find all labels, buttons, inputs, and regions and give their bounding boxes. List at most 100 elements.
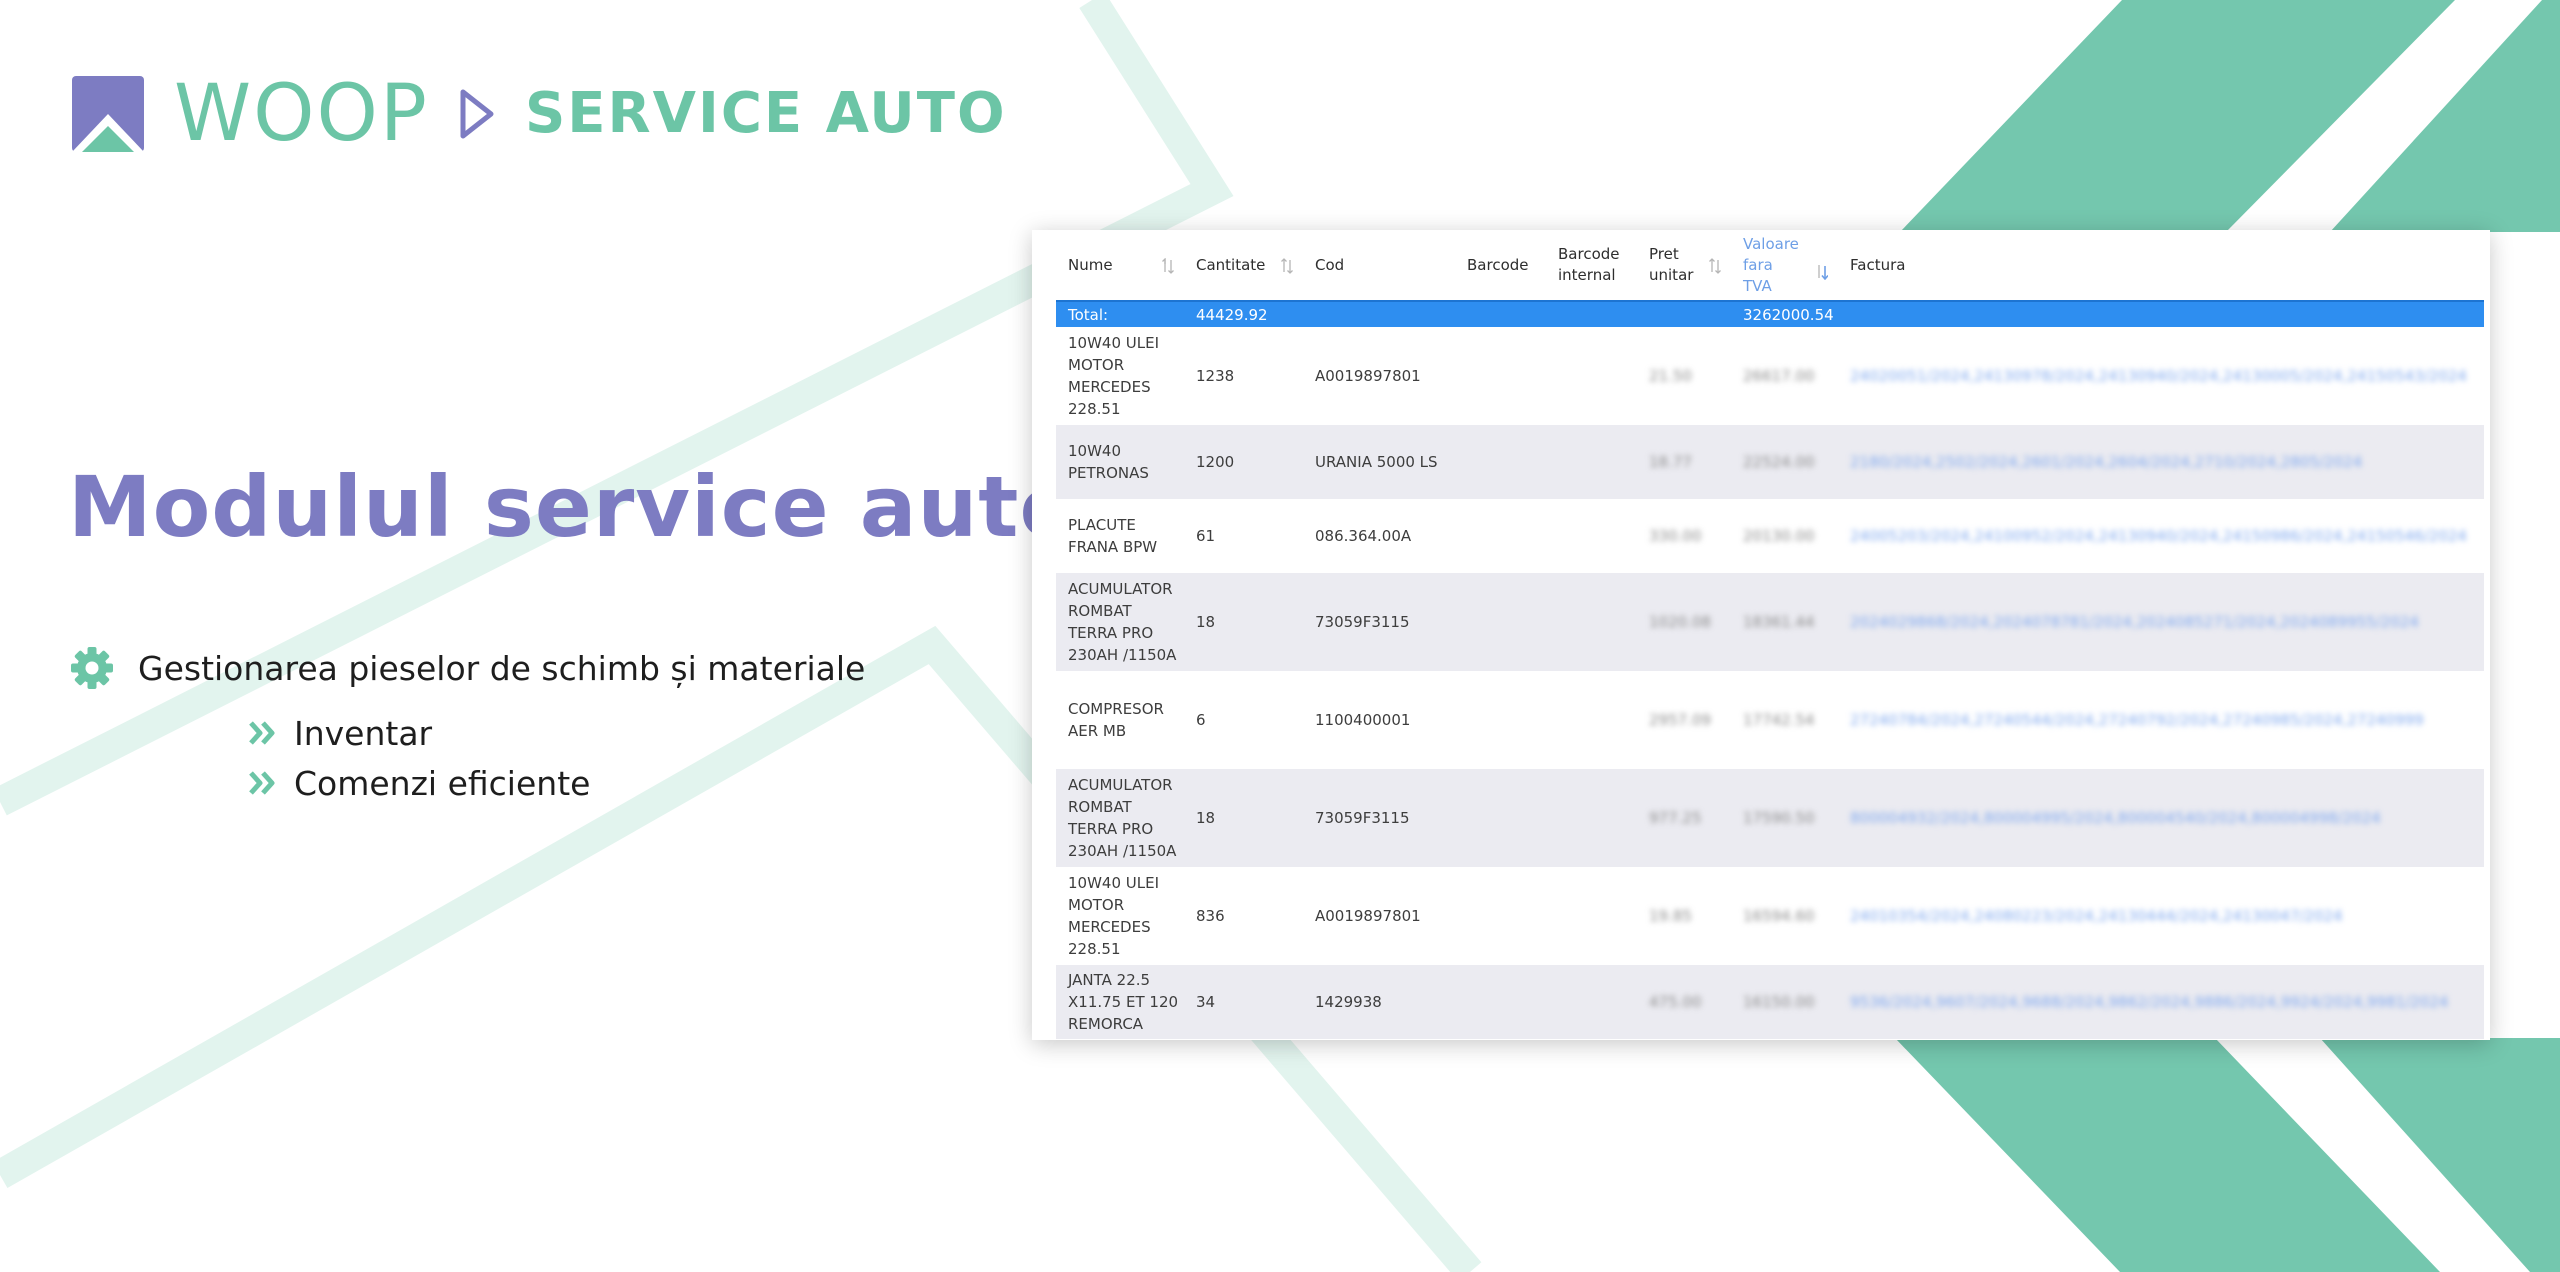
cell-pret-unitar: 475.00 <box>1637 965 1731 1039</box>
sort-icon <box>1162 258 1174 274</box>
play-arrow-icon <box>460 89 494 139</box>
cell-barcode-internal <box>1546 769 1637 867</box>
list-item-label: Comenzi eficiente <box>294 763 591 803</box>
col-header-nume[interactable]: Nume <box>1056 230 1184 300</box>
col-header-cod[interactable]: Cod <box>1303 230 1455 300</box>
cell-factura[interactable]: 9536/2024,9607/2024,9688/2024,9862/2024,… <box>1838 965 2484 1039</box>
cell-cod-text: 086.364.00A <box>1315 527 1412 545</box>
cell-barcode-internal <box>1546 867 1637 965</box>
cell-nume: 10W40 ULEI MOTOR MERCEDES 228.51 <box>1056 327 1184 425</box>
double-chevron-right-icon <box>249 771 275 795</box>
cell-cantitate-text: 61 <box>1196 527 1216 545</box>
cell-barcode <box>1455 573 1546 671</box>
col-header-valoare[interactable]: Valoare fara TVA <box>1731 230 1838 300</box>
cell-valoare-text: 17590.50 <box>1743 809 1815 827</box>
cell-barcode <box>1455 965 1546 1039</box>
cell-cantitate-text: 6 <box>1196 711 1206 729</box>
total-empty <box>1546 300 1637 327</box>
brand-name: WOOP <box>174 69 429 159</box>
list-item: Inventar <box>248 708 590 758</box>
cell-cod: URANIA 5000 LS <box>1303 425 1455 499</box>
brand-header: WOOP SERVICE AUTO <box>72 74 1007 154</box>
cell-nume-text: ACUMULATOR ROMBAT TERRA PRO 230AH /1150A <box>1068 580 1177 664</box>
cell-factura-text[interactable]: 2024029868/2024,2024078781/2024,20240852… <box>1850 611 2419 633</box>
cell-nume: 10W40 ULEI MOTOR MERCEDES 228.51 <box>1056 867 1184 965</box>
cell-barcode <box>1455 769 1546 867</box>
cell-pret-unitar: 19.85 <box>1637 867 1731 965</box>
cell-valoare: 20130.00 <box>1731 499 1838 573</box>
page-title: Modulul service auto <box>68 458 1079 556</box>
cell-factura-text[interactable]: 24010354/2024,24080223/2024,24130444/202… <box>1850 905 2343 927</box>
col-header-cantitate[interactable]: Cantitate <box>1184 230 1303 300</box>
cell-cod-text: A0019897801 <box>1315 907 1421 925</box>
cell-pret-unitar: 18.77 <box>1637 425 1731 499</box>
cell-valoare-text: 16594.60 <box>1743 907 1815 925</box>
cell-factura[interactable]: 2024029868/2024,2024078781/2024,20240852… <box>1838 573 2484 671</box>
cell-valoare: 18361.44 <box>1731 573 1838 671</box>
cell-cod-text: 1100400001 <box>1315 711 1411 729</box>
feature-sub-list: Inventar Comenzi eficiente <box>248 708 590 808</box>
cell-factura[interactable]: 24020051/2024,24130978/2024,24130940/202… <box>1838 327 2484 425</box>
cell-factura-text[interactable]: 24005203/2024,24100952/2024,24130940/202… <box>1850 525 2467 547</box>
cell-valoare: 16150.00 <box>1731 965 1838 1039</box>
cell-pret-unitar-text: 2957.09 <box>1649 711 1712 729</box>
cell-cod: A0019897801 <box>1303 867 1455 965</box>
sort-icon <box>1281 258 1293 274</box>
cell-factura[interactable]: 2180/2024,2502/2024,2601/2024,2604/2024,… <box>1838 425 2484 499</box>
cell-factura-text[interactable]: 800004932/2024,800004995/2024,800004540/… <box>1850 807 2381 829</box>
col-header-barcode[interactable]: Barcode <box>1455 230 1546 300</box>
cell-pret-unitar: 21.50 <box>1637 327 1731 425</box>
cell-cantitate: 836 <box>1184 867 1303 965</box>
cell-pret-unitar-text: 475.00 <box>1649 993 1702 1011</box>
total-empty <box>1303 300 1455 327</box>
cell-factura-text[interactable]: 27240784/2024,27240544/2024,27240792/202… <box>1850 709 2424 731</box>
total-valoare: 3262000.54 <box>1731 300 1838 327</box>
cell-barcode-internal <box>1546 327 1637 425</box>
feature-label: Gestionarea pieselor de schimb și materi… <box>138 648 866 688</box>
cell-barcode-internal <box>1546 671 1637 769</box>
cell-cantitate: 18 <box>1184 573 1303 671</box>
cell-pret-unitar-text: 19.85 <box>1649 907 1692 925</box>
cell-cantitate: 1238 <box>1184 327 1303 425</box>
cell-cod: A0019897801 <box>1303 327 1455 425</box>
cell-nume: ACUMULATOR ROMBAT TERRA PRO 230AH /1150A <box>1056 769 1184 867</box>
cell-pret-unitar: 330.00 <box>1637 499 1731 573</box>
cell-cod-text: 73059F3115 <box>1315 613 1410 631</box>
total-empty <box>1455 300 1546 327</box>
cell-valoare: 22524.00 <box>1731 425 1838 499</box>
cell-factura[interactable]: 27240784/2024,27240544/2024,27240792/202… <box>1838 671 2484 769</box>
total-label: Total: <box>1056 300 1184 327</box>
inventory-table: Nume Cantitate Cod Barcode Barcode inter… <box>1056 230 2484 1039</box>
cell-barcode-internal <box>1546 965 1637 1039</box>
cell-cantitate-text: 1200 <box>1196 453 1235 471</box>
woop-logo-icon <box>72 76 144 152</box>
cell-factura-text[interactable]: 24020051/2024,24130978/2024,24130940/202… <box>1850 365 2467 387</box>
cell-cod: 73059F3115 <box>1303 769 1455 867</box>
cell-factura[interactable]: 24005203/2024,24100952/2024,24130940/202… <box>1838 499 2484 573</box>
cell-nume-text: 10W40 ULEI MOTOR MERCEDES 228.51 <box>1068 334 1160 418</box>
cell-pret-unitar-text: 1020.08 <box>1649 613 1712 631</box>
cell-pret-unitar: 1020.08 <box>1637 573 1731 671</box>
gear-icon <box>71 647 113 689</box>
cell-pret-unitar-text: 18.77 <box>1649 453 1692 471</box>
col-header-factura[interactable]: Factura <box>1838 230 2484 300</box>
cell-cod: 1100400001 <box>1303 671 1455 769</box>
cell-barcode <box>1455 327 1546 425</box>
cell-factura[interactable]: 800004932/2024,800004995/2024,800004540/… <box>1838 769 2484 867</box>
cell-cantitate-text: 1238 <box>1196 367 1235 385</box>
cell-valoare-text: 20130.00 <box>1743 527 1815 545</box>
cell-nume: COMPRESOR AER MB <box>1056 671 1184 769</box>
sort-icon <box>1709 258 1721 274</box>
cell-factura[interactable]: 24010354/2024,24080223/2024,24130444/202… <box>1838 867 2484 965</box>
cell-cod-text: 1429938 <box>1315 993 1382 1011</box>
cell-nume: ACUMULATOR ROMBAT TERRA PRO 230AH /1150A <box>1056 573 1184 671</box>
cell-cantitate-text: 18 <box>1196 809 1216 827</box>
cell-valoare-text: 26617.00 <box>1743 367 1815 385</box>
col-header-pret-unitar[interactable]: Pret unitar <box>1637 230 1731 300</box>
cell-pret-unitar: 977.25 <box>1637 769 1731 867</box>
col-header-barcode-internal[interactable]: Barcode internal <box>1546 230 1637 300</box>
cell-barcode-internal <box>1546 425 1637 499</box>
cell-factura-text[interactable]: 9536/2024,9607/2024,9688/2024,9862/2024,… <box>1850 991 2448 1013</box>
cell-nume: PLACUTE FRANA BPW <box>1056 499 1184 573</box>
cell-factura-text[interactable]: 2180/2024,2502/2024,2601/2024,2604/2024,… <box>1850 451 2362 473</box>
